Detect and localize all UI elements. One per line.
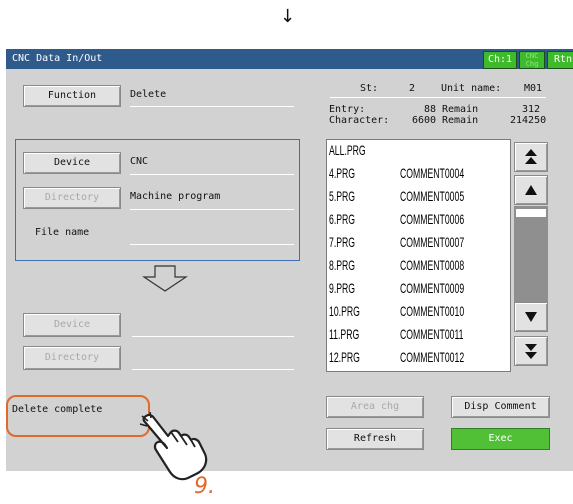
refresh-button[interactable]: Refresh (326, 428, 424, 450)
list-item[interactable]: 5.PRG (329, 187, 355, 205)
return-button[interactable]: Rtn (547, 51, 573, 69)
file-comment: COMMENT0004 (400, 165, 465, 181)
list-item[interactable]: ALL.PRG (329, 141, 366, 159)
entry-remain-label: Remain (442, 104, 479, 115)
up-arrow-icon (525, 185, 537, 195)
unit-name-value: M01 (524, 83, 543, 94)
source-device-underline (130, 174, 294, 175)
list-item[interactable]: 10.PRG (329, 302, 360, 320)
file-name: 8.PRG (329, 257, 356, 273)
scrollbar-thumb[interactable] (516, 209, 546, 217)
scroll-top-button[interactable] (514, 142, 548, 172)
dest-directory-button[interactable]: Directory (23, 346, 121, 370)
message-highlight-ring (6, 395, 150, 437)
source-directory-value: Machine program (130, 191, 221, 202)
file-name: 5.PRG (329, 188, 356, 204)
exec-button[interactable]: Exec (451, 428, 550, 450)
dest-device-underline (132, 336, 294, 337)
window-title: CNC Data In/Out (12, 53, 103, 64)
list-item[interactable]: 6.PRG (329, 210, 355, 228)
list-item[interactable]: 7.PRG (329, 233, 355, 251)
file-comment: COMMENT0010 (400, 303, 465, 319)
file-name: 9.PRG (329, 280, 356, 296)
list-item[interactable]: 11.PRG (329, 325, 359, 343)
list-item[interactable]: 4.PRG (329, 164, 355, 182)
file-name: 4.PRG (329, 165, 356, 181)
cnc-chg-button[interactable]: CNC Chg (519, 51, 545, 69)
file-name: ALL.PRG (329, 142, 366, 158)
file-comment: COMMENT0011 (400, 326, 464, 342)
scrollbar-track[interactable] (514, 206, 548, 302)
file-comment: COMMENT0008 (400, 257, 465, 273)
character-label: Character: (329, 115, 390, 126)
step-number: 9. (194, 474, 215, 499)
file-comment: COMMENT0005 (400, 188, 465, 204)
scroll-up-button[interactable] (514, 175, 548, 205)
st-value: 2 (409, 83, 416, 94)
file-name: 12.PRG (329, 349, 360, 365)
source-directory-underline (130, 209, 294, 210)
source-device-button[interactable]: Device (23, 152, 121, 174)
area-chg-button[interactable]: Area chg (326, 396, 424, 418)
file-comment: COMMENT0006 (400, 211, 465, 227)
file-comment: COMMENT0007 (400, 234, 465, 250)
double-up-arrow-icon (525, 149, 537, 164)
character-value: 6600 (412, 115, 437, 126)
source-directory-button[interactable]: Directory (23, 187, 121, 209)
scroll-bottom-button[interactable] (514, 336, 548, 366)
file-name: 10.PRG (329, 303, 360, 319)
list-item[interactable]: 8.PRG (329, 256, 355, 274)
entry-value: 88 (424, 104, 437, 115)
file-comment: COMMENT0012 (400, 349, 465, 365)
down-arrow-icon (525, 312, 537, 322)
down-arrow-indicator: ↓ (280, 6, 296, 27)
file-name: 7.PRG (329, 234, 356, 250)
channel-button[interactable]: Ch:1 (483, 51, 517, 69)
file-list[interactable]: ALL.PRG 4.PRG 5.PRG 6.PRG 7.PRG 8.PRG 9.… (326, 139, 511, 372)
st-label: St: (360, 83, 379, 94)
file-comment: COMMENT0009 (400, 280, 465, 296)
unit-name-label: Unit name: (441, 83, 502, 94)
list-item[interactable]: 12.PRG (329, 348, 360, 366)
file-name-underline (130, 244, 294, 245)
file-name: 6.PRG (329, 211, 356, 227)
double-down-arrow-icon (525, 344, 537, 359)
dest-directory-underline (132, 369, 294, 370)
title-bar: CNC Data In/Out Ch:1 CNC Chg Rtn (6, 49, 573, 69)
transfer-arrow-icon (142, 265, 188, 297)
scroll-down-button[interactable] (514, 302, 548, 332)
disp-comment-button[interactable]: Disp Comment (451, 396, 550, 418)
file-name-label: File name (35, 227, 90, 238)
character-remain-label: Remain (442, 115, 479, 126)
file-name: 11.PRG (329, 326, 360, 342)
function-button[interactable]: Function (23, 85, 121, 107)
entry-label: Entry: (329, 104, 366, 115)
function-value: Delete (130, 89, 167, 100)
dest-device-button[interactable]: Device (23, 313, 121, 337)
entry-remain-value: 312 (522, 104, 541, 115)
source-device-value: CNC (130, 156, 149, 167)
character-remain-value: 214250 (510, 115, 547, 126)
list-item[interactable]: 9.PRG (329, 279, 355, 297)
status-underline (330, 97, 546, 98)
function-underline (130, 106, 294, 107)
